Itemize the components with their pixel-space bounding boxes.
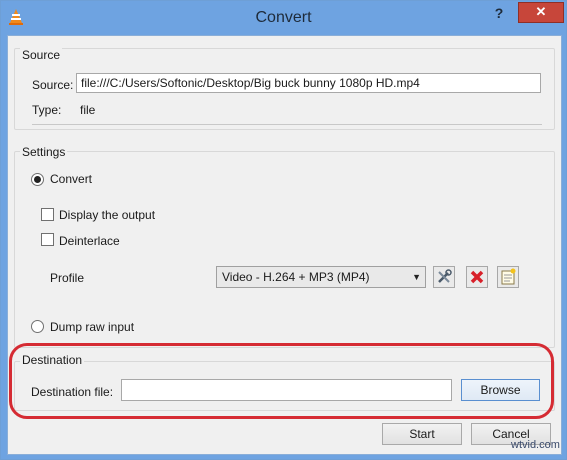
dump-raw-radio[interactable] xyxy=(31,320,44,333)
settings-group xyxy=(14,151,555,348)
source-legend: Source xyxy=(20,48,63,62)
convert-radio[interactable] xyxy=(31,173,44,186)
display-output-checkbox[interactable] xyxy=(41,208,54,221)
profile-label: Profile xyxy=(50,271,85,285)
wrench-icon xyxy=(438,269,452,283)
deinterlace-checkbox[interactable] xyxy=(41,233,54,246)
dump-raw-label[interactable]: Dump raw input xyxy=(50,320,134,334)
start-button[interactable]: Start xyxy=(382,423,462,445)
source-input[interactable]: file:///C:/Users/Softonic/Desktop/Big bu… xyxy=(76,73,541,93)
watermark: wtvid.com xyxy=(511,439,560,451)
convert-label[interactable]: Convert xyxy=(50,172,92,186)
type-value: file xyxy=(80,103,96,117)
help-button[interactable]: ? xyxy=(489,4,509,24)
new-profile-button[interactable] xyxy=(497,266,519,288)
chevron-down-icon: ▼ xyxy=(412,272,421,282)
new-profile-icon xyxy=(501,268,516,285)
source-label: Source: xyxy=(32,78,74,92)
edit-profile-button[interactable] xyxy=(433,266,455,288)
profile-select-value: Video - H.264 + MP3 (MP4) xyxy=(222,270,370,284)
window-title: Convert xyxy=(255,9,312,26)
profile-select[interactable]: Video - H.264 + MP3 (MP4) ▼ xyxy=(216,266,426,288)
display-output-label[interactable]: Display the output xyxy=(59,208,155,222)
delete-profile-button[interactable] xyxy=(466,266,488,288)
title-bar[interactable]: Convert ? ✕ xyxy=(1,1,566,35)
close-button[interactable]: ✕ xyxy=(518,2,564,23)
deinterlace-label[interactable]: Deinterlace xyxy=(59,234,120,248)
type-label: Type: xyxy=(32,103,62,117)
source-divider xyxy=(32,124,542,125)
delete-icon xyxy=(470,270,484,284)
destination-highlight-annotation xyxy=(9,343,554,419)
settings-legend: Settings xyxy=(20,145,68,159)
